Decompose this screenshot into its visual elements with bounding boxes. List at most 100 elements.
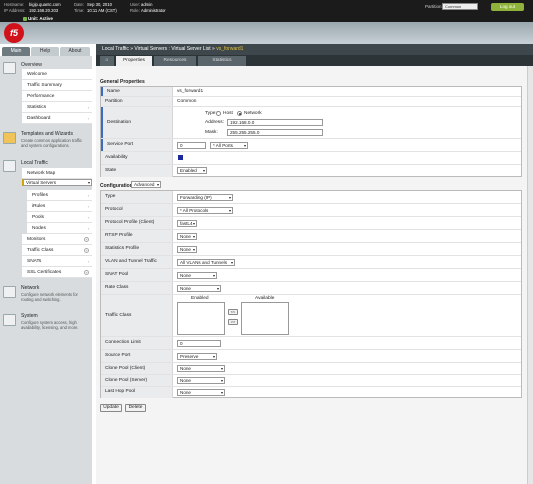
date-labels: Date: Time: [74, 2, 85, 13]
sidebar-item-profiles[interactable]: Profiles › [27, 190, 92, 201]
add-icon[interactable]: + [84, 270, 89, 275]
config-label: Clone Pool (Server) [101, 375, 173, 386]
state-label: State [101, 165, 173, 177]
local-traffic-icon [3, 160, 16, 172]
service-port-row: Service Port 0 * All Ports [101, 139, 521, 152]
add-icon[interactable]: + [84, 237, 89, 242]
state-select[interactable]: Enabled [177, 167, 207, 174]
tab-properties[interactable]: Properties [116, 56, 152, 66]
clone-pool-server-select[interactable]: None [177, 377, 225, 384]
overview-icon [3, 62, 16, 74]
nav-tabs: Main Help About [0, 46, 92, 56]
sidebar-item-traffic-summary[interactable]: Traffic Summary [22, 80, 92, 91]
config-row-rtsp-profile: RTSP Profile None [101, 230, 521, 243]
config-label: SNAT Pool [101, 269, 173, 281]
partition-label: Partition [101, 97, 173, 106]
config-row-statistics-profile: Statistics Profile None [101, 243, 521, 256]
type-network-radio[interactable] [237, 111, 242, 116]
config-label: RTSP Profile [101, 230, 173, 242]
network-title[interactable]: Network [21, 285, 39, 291]
sidebar-item-statistics[interactable]: Statistics › [22, 102, 92, 113]
local-traffic-title[interactable]: Local Traffic [21, 160, 48, 166]
sidebar-item-snats[interactable]: SNATs › [22, 256, 92, 267]
type-select[interactable]: Forwarding (IP) [177, 194, 233, 201]
chevron-right-icon: › [87, 116, 89, 121]
config-row-source-port: Source Port Preserve [101, 350, 521, 363]
connection-limit-label: Connection Limit [101, 337, 173, 349]
sidebar-item-dashboard[interactable]: Dashboard › [22, 113, 92, 124]
config-row-rate-class: Rate Class None [101, 282, 521, 295]
name-value: vs_forward1 [177, 89, 204, 94]
service-port-select[interactable]: * All Ports [210, 142, 248, 149]
add-icon[interactable]: + [84, 248, 89, 253]
partition-value: Common [177, 99, 197, 104]
source-port-select[interactable]: Preserve [177, 353, 217, 360]
overview-title[interactable]: Overview [21, 62, 42, 68]
templates-icon [3, 132, 16, 144]
enabled-list-label: Enabled [191, 296, 209, 301]
date-values: Sep 30, 2010 10:11 AM (CST) [87, 2, 117, 14]
content-tabs: ⌂ Properties Resources Statistics [96, 55, 533, 66]
clone-pool-client-select[interactable]: None [177, 365, 225, 372]
templates-desc: Create common application traffic and sy… [21, 138, 82, 148]
system-title[interactable]: System [21, 313, 38, 319]
sidebar-item-virtual-servers[interactable]: Virtual Servers [22, 179, 92, 186]
vertical-scrollbar[interactable] [527, 66, 533, 484]
sidebar-item-irules[interactable]: iRules › [27, 201, 92, 212]
tab-help[interactable]: Help [31, 47, 59, 56]
configuration-heading: Configuration: [100, 183, 135, 189]
sidebar-item-ssl-certificates[interactable]: SSL Certificates + [22, 267, 92, 278]
protocol-select[interactable]: * All Protocols [177, 207, 233, 214]
partition-select[interactable]: Common [442, 3, 478, 10]
mask-label: Mask: [205, 130, 218, 135]
type-host-radio[interactable] [216, 111, 221, 116]
breadcrumb-path[interactable]: Local Traffic » Virtual Servers : Virtua… [102, 46, 216, 52]
vlan-select[interactable]: All VLANs and Tunnels [177, 259, 235, 266]
sidebar-item-pools[interactable]: Pools › [27, 212, 92, 223]
network-desc: Configure network elements for routing a… [21, 292, 78, 302]
protocol-profile-select[interactable]: fastL4 [177, 220, 197, 227]
destination-row: Destination Type: Host Network Address: … [101, 107, 521, 139]
update-button[interactable]: Update [100, 404, 122, 412]
sidebar-item-performance[interactable]: Performance [22, 91, 92, 102]
configuration-mode-select[interactable]: Advanced [131, 181, 161, 188]
move-left-button[interactable]: << [228, 309, 238, 315]
available-list[interactable] [241, 302, 289, 335]
mask-input[interactable]: 255.255.255.0 [227, 129, 323, 136]
tab-statistics[interactable]: Statistics [198, 56, 246, 66]
snat-pool-select[interactable]: None [177, 272, 217, 279]
destination-label: Destination [101, 107, 173, 138]
templates-title[interactable]: Templates and Wizards [21, 131, 73, 137]
config-row-type: Type Forwarding (IP) [101, 191, 521, 204]
delete-button[interactable]: Delete [125, 404, 146, 412]
config-label: Clone Pool (Client) [101, 363, 173, 374]
tab-main[interactable]: Main [2, 47, 30, 56]
sidebar-item-welcome[interactable]: Welcome [22, 69, 92, 80]
config-row-protocol-profile: Protocol Profile (Client) fastL4 [101, 217, 521, 230]
sidebar-item-monitors[interactable]: Monitors + [22, 234, 92, 245]
home-icon[interactable]: ⌂ [100, 56, 114, 66]
connection-limit-input[interactable]: 0 [177, 340, 221, 347]
enabled-list[interactable] [177, 302, 225, 335]
type-network-label: Network [244, 111, 262, 116]
rate-class-select[interactable]: None [177, 285, 221, 292]
general-properties-table: Name vs_forward1 Partition Common Destin… [100, 86, 522, 177]
service-port-label: Service Port [101, 139, 173, 151]
config-row-vlan: VLAN and Tunnel Traffic All VLANs and Tu… [101, 256, 521, 269]
sidebar-item-network-map[interactable]: Network Map [22, 168, 92, 179]
logout-button[interactable]: Log out [491, 3, 524, 11]
service-port-input[interactable]: 0 [177, 142, 206, 149]
tab-about[interactable]: About [60, 47, 90, 56]
availability-label: Availability [101, 152, 173, 164]
statistics-profile-select[interactable]: None [177, 246, 197, 253]
move-right-button[interactable]: >> [228, 319, 238, 325]
partition-label: Partition: [425, 4, 443, 9]
last-hop-pool-select[interactable]: None [177, 389, 225, 396]
system-icon [3, 314, 16, 326]
tab-resources[interactable]: Resources [154, 56, 196, 66]
config-label: Protocol [101, 204, 173, 216]
address-input[interactable]: 192.168.0.0 [227, 119, 323, 126]
rtsp-profile-select[interactable]: None [177, 233, 197, 240]
sidebar-item-traffic-class[interactable]: Traffic Class + [22, 245, 92, 256]
sidebar-item-nodes[interactable]: Nodes › [27, 223, 92, 234]
